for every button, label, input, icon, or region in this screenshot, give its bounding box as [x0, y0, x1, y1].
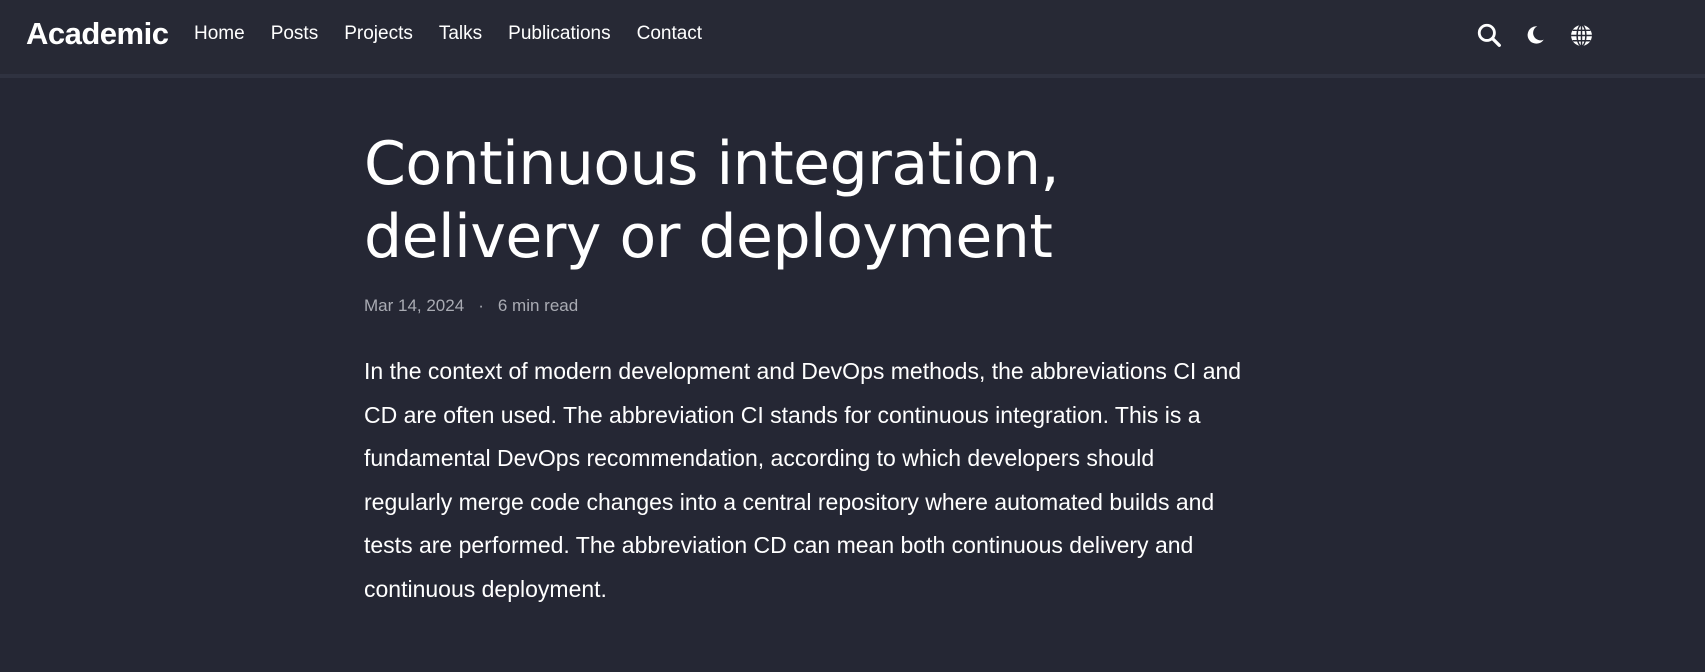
article-title: Continuous integration, delivery or depl…: [364, 129, 1060, 272]
moon-icon[interactable]: [1520, 20, 1550, 50]
nav-link-posts[interactable]: Posts: [271, 23, 319, 44]
nav-link-talks[interactable]: Talks: [439, 23, 482, 44]
meta-separator: ·: [478, 296, 484, 315]
search-icon[interactable]: [1474, 20, 1504, 50]
article-date: Mar 14, 2024: [364, 296, 465, 315]
navbar: Academic Home Posts Projects Talks Publi…: [0, 0, 1705, 78]
nav-link-publications[interactable]: Publications: [508, 23, 610, 44]
article-meta: Mar 14, 2024 · 6 min read: [364, 296, 1244, 316]
globe-icon[interactable]: [1566, 20, 1596, 50]
main-nav: Home Posts Projects Talks Publications C…: [194, 23, 728, 45]
article: Continuous integration, delivery or depl…: [364, 128, 1244, 634]
reading-time: 6 min read: [497, 296, 579, 315]
brand-logo-link[interactable]: Academic: [26, 16, 169, 52]
nav-link-home[interactable]: Home: [194, 23, 245, 44]
article-summary: In the context of modern development and…: [364, 358, 1242, 602]
nav-icons: [1474, 20, 1612, 50]
nav-link-contact[interactable]: Contact: [637, 23, 702, 44]
nav-link-projects[interactable]: Projects: [344, 23, 413, 44]
